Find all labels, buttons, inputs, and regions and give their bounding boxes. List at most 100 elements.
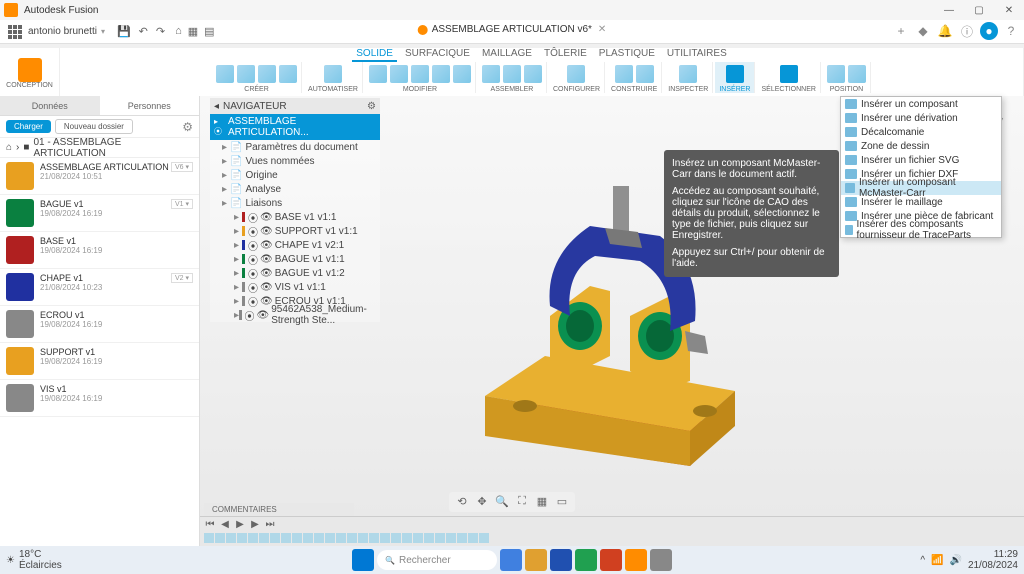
chevron-down-icon[interactable]: ▾ xyxy=(101,27,105,36)
menu-item[interactable]: Insérer des composants fournisseur de Tr… xyxy=(841,223,1001,237)
layers-icon[interactable]: ▤ xyxy=(204,25,214,38)
pos-icon[interactable] xyxy=(827,65,845,83)
menu-item[interactable]: Zone de dessin xyxy=(841,139,1001,153)
tree-part[interactable]: ▸⦿👁95462A538_Medium-Strength Ste... xyxy=(210,308,380,322)
axis-icon[interactable] xyxy=(636,65,654,83)
maximize-button[interactable]: ▢ xyxy=(964,0,994,20)
load-button[interactable]: Charger xyxy=(6,120,51,133)
plane-icon[interactable] xyxy=(615,65,633,83)
tab-utilitaires[interactable]: UTILITAIRES xyxy=(663,48,731,62)
timeline-step[interactable] xyxy=(468,533,478,543)
menu-item[interactable]: Insérer une dérivation xyxy=(841,111,1001,125)
insert-icon[interactable] xyxy=(726,65,744,83)
timeline-step[interactable] xyxy=(457,533,467,543)
timeline-step[interactable] xyxy=(358,533,368,543)
data-item[interactable]: ASSEMBLAGE ARTICULATION 21/08/2024 10:51… xyxy=(0,158,199,195)
grid-icon[interactable]: ▦ xyxy=(188,25,198,38)
save-icon[interactable]: 💾 xyxy=(117,25,131,38)
tree-part[interactable]: ▸⦿👁BAGUE v1 v1:1 xyxy=(210,252,380,266)
data-item[interactable]: VIS v1 19/08/2024 16:19 xyxy=(0,380,199,417)
tab-solide[interactable]: SOLIDE xyxy=(352,48,397,62)
tab-plastique[interactable]: PLASTIQUE xyxy=(595,48,659,62)
data-item[interactable]: SUPPORT v1 19/08/2024 16:19 xyxy=(0,343,199,380)
measure-icon[interactable] xyxy=(679,65,697,83)
group-inserer[interactable]: INSÉRER xyxy=(719,86,750,93)
taskbar-app5[interactable] xyxy=(600,549,622,571)
timeline-step[interactable] xyxy=(424,533,434,543)
menu-item[interactable]: Insérer un composant xyxy=(841,97,1001,111)
tray-volume-icon[interactable]: 🔊 xyxy=(949,555,961,566)
timeline-step[interactable] xyxy=(215,533,225,543)
username[interactable]: antonio brunetti xyxy=(28,26,97,37)
tray-chevron-icon[interactable]: ^ xyxy=(920,555,925,566)
pos2-icon[interactable] xyxy=(848,65,866,83)
taskbar-app4[interactable] xyxy=(575,549,597,571)
data-item[interactable]: BASE v1 19/08/2024 16:19 xyxy=(0,232,199,269)
tray-wifi-icon[interactable]: 📶 xyxy=(931,555,943,566)
home-icon[interactable]: ⌂ xyxy=(6,142,12,153)
data-item[interactable]: ECROU v1 19/08/2024 16:19 xyxy=(0,306,199,343)
tab-donnees[interactable]: Données xyxy=(0,96,100,115)
tree-node[interactable]: ▸📄Paramètres du document xyxy=(210,140,380,154)
tl-start-icon[interactable]: ⏮ xyxy=(204,519,216,531)
weather-widget[interactable]: ☀ 18°C Éclaircies xyxy=(6,549,62,571)
help-icon[interactable]: ? xyxy=(1002,22,1020,40)
automate-icon[interactable] xyxy=(324,65,342,83)
menu-item[interactable]: Insérer un composant McMaster-Carr xyxy=(841,181,1001,195)
extrude-icon[interactable] xyxy=(258,65,276,83)
tree-part[interactable]: ▸⦿👁BASE v1 v1:1 xyxy=(210,210,380,224)
tree-part[interactable]: ▸⦿👁CHAPE v1 v2:1 xyxy=(210,238,380,252)
timeline-step[interactable] xyxy=(281,533,291,543)
gear-icon[interactable]: ⚙ xyxy=(182,120,193,134)
taskbar-app6[interactable] xyxy=(625,549,647,571)
timeline-step[interactable] xyxy=(435,533,445,543)
data-item[interactable]: CHAPE v1 21/08/2024 10:23 V2 ▾ xyxy=(0,269,199,306)
assemble-icon[interactable] xyxy=(503,65,521,83)
info-icon[interactable]: ⓘ xyxy=(958,22,976,40)
browser-gear-icon[interactable]: ⚙ xyxy=(367,101,376,112)
tree-node[interactable]: ▸📄Vues nommées xyxy=(210,154,380,168)
taskbar-app3[interactable] xyxy=(550,549,572,571)
timeline-step[interactable] xyxy=(314,533,324,543)
timeline-step[interactable] xyxy=(259,533,269,543)
tab-tolerie[interactable]: TÔLERIE xyxy=(540,48,591,62)
menu-item[interactable]: Décalcomanie xyxy=(841,125,1001,139)
timeline-step[interactable] xyxy=(270,533,280,543)
tree-node[interactable]: ▸📄Origine xyxy=(210,168,380,182)
config-icon[interactable] xyxy=(567,65,585,83)
notifications-icon[interactable]: 🔔 xyxy=(936,22,954,40)
add-tab-icon[interactable]: + xyxy=(892,22,910,40)
data-item[interactable]: BAGUE v1 19/08/2024 16:19 V1 ▾ xyxy=(0,195,199,232)
user-avatar-icon[interactable]: ● xyxy=(980,22,998,40)
taskbar-app2[interactable] xyxy=(525,549,547,571)
timeline-step[interactable] xyxy=(303,533,313,543)
menu-item[interactable]: Insérer un fichier SVG xyxy=(841,153,1001,167)
new-folder-button[interactable]: Nouveau dossier xyxy=(55,119,133,134)
redo-icon[interactable]: ↷ xyxy=(156,25,165,38)
timeline-step[interactable] xyxy=(248,533,258,543)
view-icon[interactable]: ▭ xyxy=(555,495,569,509)
timeline-step[interactable] xyxy=(369,533,379,543)
tree-part[interactable]: ▸⦿👁BAGUE v1 v1:2 xyxy=(210,266,380,280)
timeline-step[interactable] xyxy=(380,533,390,543)
timeline-step[interactable] xyxy=(204,533,214,543)
box-icon[interactable] xyxy=(237,65,255,83)
system-tray[interactable]: ^ 📶 🔊 11:29 21/08/2024 xyxy=(920,549,1018,571)
minimize-button[interactable]: — xyxy=(934,0,964,20)
select-icon[interactable] xyxy=(780,65,798,83)
hole-icon[interactable] xyxy=(411,65,429,83)
press-icon[interactable] xyxy=(432,65,450,83)
shell-icon[interactable] xyxy=(390,65,408,83)
close-button[interactable]: ✕ xyxy=(994,0,1024,20)
timeline-step[interactable] xyxy=(479,533,489,543)
timeline-step[interactable] xyxy=(402,533,412,543)
joint-icon[interactable] xyxy=(482,65,500,83)
browser-root[interactable]: ▸ ⦿ ASSEMBLAGE ARTICULATION... xyxy=(210,114,380,140)
zoom-icon[interactable]: 🔍 xyxy=(495,495,509,509)
tl-fwd-icon[interactable]: ▶ xyxy=(249,519,261,531)
tab-personnes[interactable]: Personnes xyxy=(100,96,200,115)
document-title-tab[interactable]: ASSEMBLAGE ARTICULATION v6* ✕ xyxy=(418,24,607,35)
modify-icon[interactable] xyxy=(453,65,471,83)
conception-menu[interactable]: CONCEPTION xyxy=(0,48,60,99)
start-button[interactable] xyxy=(352,549,374,571)
